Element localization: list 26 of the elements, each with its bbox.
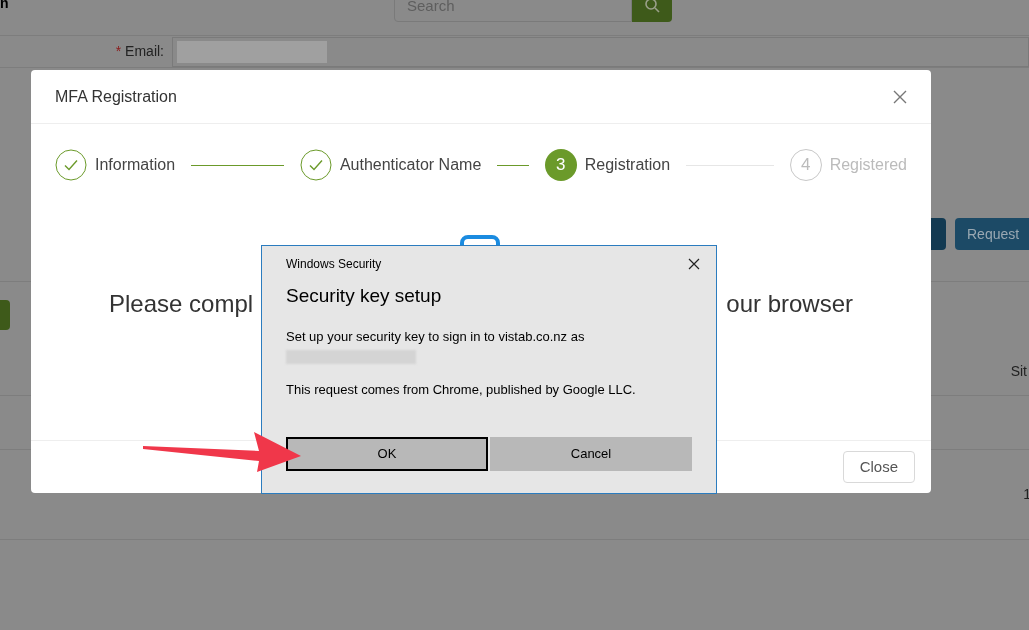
dialog-note: This request comes from Chrome, published by Google LLC. [286, 381, 637, 399]
search-icon [644, 0, 660, 13]
close-icon[interactable] [688, 258, 700, 270]
instruction-text: Please compl [109, 289, 254, 319]
step-label: Registration [584, 155, 671, 175]
check-circle-icon [299, 149, 332, 181]
device-icon [460, 235, 500, 247]
close-button[interactable]: Close [842, 451, 915, 483]
dialog-title: Security key setup [286, 284, 443, 308]
request-button[interactable]: Request [955, 218, 1029, 250]
email-label: Email: [125, 42, 164, 61]
dialog-text: Set up your security key to sign in to vistab.co.nz as [286, 327, 586, 346]
step-label: Information [95, 155, 176, 175]
step-label: Authenticator Name [339, 155, 482, 175]
email-field[interactable] [172, 36, 1029, 67]
dialog-app-name: Windows Security [286, 256, 382, 273]
required-mark: * [115, 42, 122, 61]
dialog-button[interactable]: Cancel [490, 436, 692, 471]
page-title: n [0, 0, 10, 10]
column-header: Sit [1010, 362, 1027, 381]
step-label: Registered [829, 155, 907, 175]
check-circle-icon [55, 149, 87, 181]
instruction-text: our browser [726, 289, 853, 319]
step-number: 3 [544, 149, 577, 181]
dialog-button[interactable]: OK [286, 436, 488, 471]
modal-title: MFA Registration [55, 86, 177, 107]
